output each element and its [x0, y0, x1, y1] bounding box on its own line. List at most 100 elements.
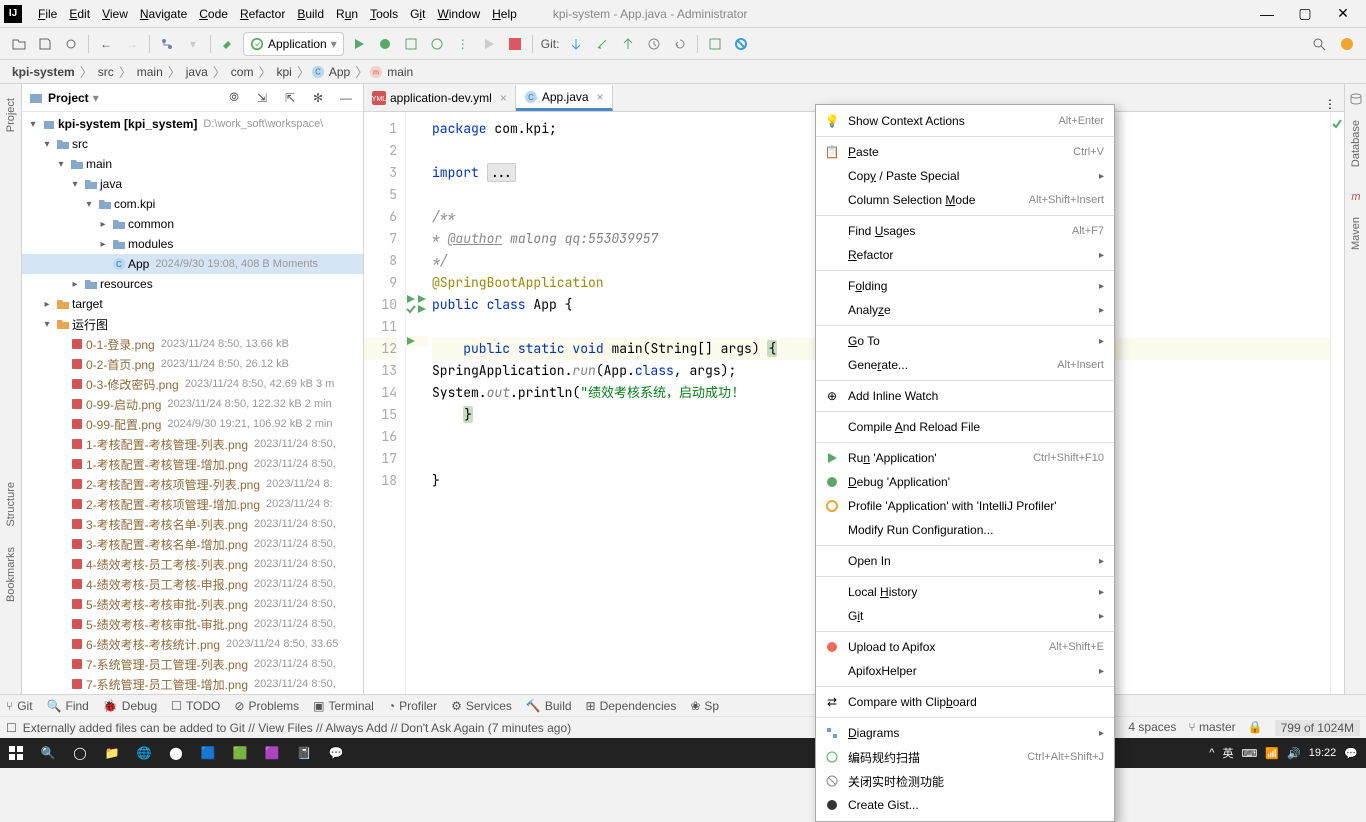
bookmarks-tool-button[interactable]: Bookmarks [5, 547, 17, 602]
cm-column-mode[interactable]: Column Selection ModeAlt+Shift+Insert [816, 188, 1114, 212]
start-button[interactable] [0, 738, 32, 768]
run-button[interactable] [348, 33, 370, 55]
tray-wifi[interactable]: 📶 [1265, 747, 1279, 760]
cm-local-history[interactable]: Local History▸ [816, 580, 1114, 604]
menu-build[interactable]: Build [291, 5, 330, 23]
cm-realtime[interactable]: 关闭实时检测功能 [816, 769, 1114, 793]
attach-button[interactable] [478, 33, 500, 55]
tree-row[interactable]: ▾kpi-system [kpi_system]D:\work_soft\wor… [22, 114, 363, 134]
expand-all-button[interactable]: ⇲ [251, 87, 273, 109]
crumb-1[interactable]: src [94, 65, 118, 79]
cm-run[interactable]: Run 'Application'Ctrl+Shift+F10 [816, 446, 1114, 470]
panel-settings-button[interactable]: ✻ [307, 87, 329, 109]
task-explorer[interactable]: 📁 [96, 738, 128, 768]
memory-status[interactable]: 799 of 1024M [1275, 720, 1360, 736]
menu-view[interactable]: View [96, 5, 134, 23]
run-gutter-icon[interactable] [406, 294, 416, 304]
menu-tools[interactable]: Tools [364, 5, 404, 23]
tray-notifications[interactable]: 💬 [1344, 747, 1358, 760]
close-icon[interactable]: × [597, 90, 604, 104]
tree-row[interactable]: 7-系统管理-员工管理-列表.png2023/11/24 8:50, [22, 654, 363, 674]
tree-row[interactable]: ▸resources [22, 274, 363, 294]
bb-git[interactable]: ⑂ Git [6, 699, 33, 713]
tree-row[interactable]: 0-3-修改密码.png2023/11/24 8:50, 42.69 kB 3 … [22, 374, 363, 394]
add-button[interactable]: ▾ [182, 33, 204, 55]
cm-analyze[interactable]: Analyze▸ [816, 298, 1114, 322]
cm-refactor[interactable]: Refactor▸ [816, 243, 1114, 267]
tree-row[interactable]: 4-绩效考核-员工考核-列表.png2023/11/24 8:50, [22, 554, 363, 574]
tree-row[interactable]: 5-绩效考核-考核审批-审批.png2023/11/24 8:50, [22, 614, 363, 634]
task-chrome[interactable]: ⬤ [160, 738, 192, 768]
git-history-button[interactable] [643, 33, 665, 55]
bb-debug[interactable]: 🐞 Debug [103, 699, 157, 713]
cm-goto[interactable]: Go To▸ [816, 329, 1114, 353]
run-config-selector[interactable]: Application ▾ [243, 32, 344, 56]
menu-refactor[interactable]: Refactor [234, 5, 291, 23]
close-icon[interactable]: × [500, 91, 507, 105]
search-button[interactable]: 🔍 [32, 738, 64, 768]
crumb-5[interactable]: kpi [272, 65, 295, 79]
crumb-7[interactable]: main [383, 65, 417, 79]
bb-todo[interactable]: ☐ TODO [171, 699, 220, 713]
task-app3[interactable]: 🟪 [256, 738, 288, 768]
run-gutter-icon[interactable] [417, 304, 427, 314]
code-style-button[interactable] [704, 33, 726, 55]
maven-tool-button[interactable]: m [1345, 185, 1366, 207]
tree-row[interactable]: ▾运行图 [22, 314, 363, 334]
save-button[interactable] [34, 33, 56, 55]
cm-compile[interactable]: Compile And Reload File [816, 415, 1114, 439]
bb-dependencies[interactable]: ⊞ Dependencies [586, 699, 677, 713]
maximize-button[interactable]: ▢ [1286, 1, 1324, 26]
tab-app-java[interactable]: C App.java × [516, 85, 613, 111]
crumb-6[interactable]: App [325, 65, 354, 79]
tree-row[interactable]: ▾com.kpi [22, 194, 363, 214]
tab-application-dev[interactable]: YML application-dev.yml × [364, 85, 516, 111]
tray-ime[interactable]: 英 [1222, 745, 1233, 761]
tree-row[interactable]: 6-绩效考核-考核统计.png2023/11/24 8:50, 33.65 [22, 634, 363, 654]
cm-open-in[interactable]: Open In▸ [816, 549, 1114, 573]
tree-row[interactable]: ▸common [22, 214, 363, 234]
bb-build[interactable]: 🔨 Build [526, 699, 572, 713]
bb-spring[interactable]: ❀ Sp [690, 699, 719, 713]
bb-find[interactable]: 🔍 Find [47, 699, 89, 713]
bb-services[interactable]: ⚙ Services [451, 699, 512, 713]
tree-row[interactable]: 0-99-配置.png2024/9/30 19:21, 106.92 kB 2 … [22, 414, 363, 434]
crumb-3[interactable]: java [182, 65, 212, 79]
cm-generate[interactable]: Generate...Alt+Insert [816, 353, 1114, 377]
bb-profiler[interactable]: ◔ Profiler [388, 699, 437, 713]
crumb-4[interactable]: com [227, 65, 258, 79]
menu-file[interactable]: File [32, 5, 63, 23]
task-app2[interactable]: 🟩 [224, 738, 256, 768]
menu-run[interactable]: Run [330, 5, 364, 23]
debug-button[interactable] [374, 33, 396, 55]
cm-find-usages[interactable]: Find UsagesAlt+F7 [816, 219, 1114, 243]
menu-window[interactable]: Window [431, 5, 486, 23]
cm-git[interactable]: Git▸ [816, 604, 1114, 628]
git-update-button[interactable] [565, 33, 587, 55]
crumb-2[interactable]: main [133, 65, 167, 79]
editor-more-button[interactable]: ⋮ [1316, 97, 1344, 111]
tray-volume[interactable]: 🔊 [1287, 747, 1301, 760]
tree-row[interactable]: 5-绩效考核-考核审批-列表.png2023/11/24 8:50, [22, 594, 363, 614]
cm-scan[interactable]: 编码规约扫描Ctrl+Alt+Shift+J [816, 745, 1114, 769]
cm-diagrams[interactable]: Diagrams▸ [816, 721, 1114, 745]
tree-row[interactable]: 1-考核配置-考核管理-列表.png2023/11/24 8:50, [22, 434, 363, 454]
close-button[interactable]: ✕ [1324, 1, 1362, 26]
back-button[interactable]: ← [95, 33, 117, 55]
cm-apifox-helper[interactable]: ApifoxHelper▸ [816, 659, 1114, 683]
collapse-all-button[interactable]: ⇱ [279, 87, 301, 109]
inspect-button[interactable] [730, 33, 752, 55]
run-dots[interactable]: ⋮ [452, 33, 474, 55]
forward-button[interactable]: → [121, 33, 143, 55]
cm-debug[interactable]: Debug 'Application' [816, 470, 1114, 494]
tree-row[interactable]: ▾java [22, 174, 363, 194]
cm-profile[interactable]: Profile 'Application' with 'IntelliJ Pro… [816, 494, 1114, 518]
update-button[interactable] [1336, 33, 1358, 55]
tree-row[interactable]: 2-考核配置-考核项管理-增加.png2023/11/24 8: [22, 494, 363, 514]
cm-paste[interactable]: 📋PasteCtrl+V [816, 140, 1114, 164]
tree-row[interactable]: ▸target [22, 294, 363, 314]
git-push-button[interactable] [617, 33, 639, 55]
bb-problems[interactable]: ⊘ Problems [234, 699, 299, 713]
cm-show-actions[interactable]: 💡Show Context ActionsAlt+Enter [816, 109, 1114, 133]
cm-modify-run[interactable]: Modify Run Configuration... [816, 518, 1114, 542]
